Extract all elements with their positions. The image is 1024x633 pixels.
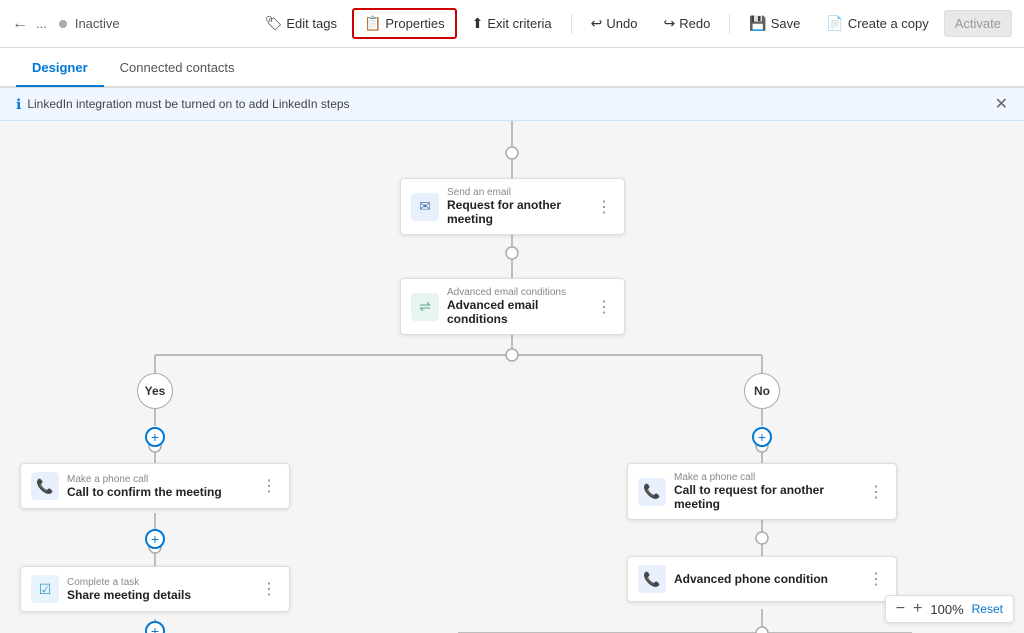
phone-right-sub: Make a phone call xyxy=(674,472,858,483)
advanced-phone-icon: 📞 xyxy=(638,565,666,593)
advanced-phone-title: Advanced phone condition xyxy=(674,572,858,586)
email-conditions-sub: Advanced email conditions xyxy=(447,287,586,298)
zoom-controls: − + 100% Reset xyxy=(885,595,1014,623)
infobar-close-button[interactable]: ✕ xyxy=(995,94,1008,114)
back-button[interactable]: ← xyxy=(12,15,28,33)
canvas: ✉ Send an email Request for another meet… xyxy=(0,121,1024,633)
save-button[interactable]: 💾 Save xyxy=(738,9,811,38)
infobar: ℹ LinkedIn integration must be turned on… xyxy=(0,88,1024,121)
task-menu-icon[interactable]: ⋮ xyxy=(259,579,279,599)
advanced-phone-menu-icon[interactable]: ⋮ xyxy=(866,569,886,589)
phone-right-title: Call to request for another meeting xyxy=(674,483,858,511)
phone-call-left-node[interactable]: 📞 Make a phone call Call to confirm the … xyxy=(20,463,290,509)
activate-button[interactable]: Activate xyxy=(944,10,1012,37)
infobar-left: ℹ LinkedIn integration must be turned on… xyxy=(16,96,350,113)
exit-criteria-icon: ⬆ xyxy=(472,15,484,32)
properties-icon: 📋 xyxy=(364,15,381,32)
info-icon: ℹ xyxy=(16,96,21,113)
redo-icon: ↪ xyxy=(663,15,675,32)
task-sub: Complete a task xyxy=(67,577,251,588)
tab-connected-contacts[interactable]: Connected contacts xyxy=(104,50,251,87)
add-after-task-button[interactable]: + xyxy=(145,621,165,633)
zoom-in-button[interactable]: + xyxy=(913,600,922,618)
email-conditions-title: Advanced email conditions xyxy=(447,298,586,326)
phone-left-title: Call to confirm the meeting xyxy=(67,485,251,499)
phone-call-right-node[interactable]: 📞 Make a phone call Call to request for … xyxy=(627,463,897,520)
send-email-title: Request for another meeting xyxy=(447,198,586,226)
yes-branch-left: Yes xyxy=(137,373,173,409)
zoom-level: 100% xyxy=(930,602,963,617)
infobar-message: LinkedIn integration must be turned on t… xyxy=(27,97,349,111)
task-icon: ☑ xyxy=(31,575,59,603)
exit-criteria-button[interactable]: ⬆ Exit criteria xyxy=(461,9,563,38)
email-conditions-node[interactable]: ⇌ Advanced email conditions Advanced ema… xyxy=(400,278,625,335)
topbar: ← ... Inactive 🏷 Edit tags 📋 Properties … xyxy=(0,0,1024,48)
phone-left-sub: Make a phone call xyxy=(67,474,251,485)
phone-left-icon: 📞 xyxy=(31,472,59,500)
send-email-menu-icon[interactable]: ⋮ xyxy=(594,197,614,217)
copy-icon: 📄 xyxy=(826,15,843,32)
phone-right-menu-icon[interactable]: ⋮ xyxy=(866,482,886,502)
properties-button[interactable]: 📋 Properties xyxy=(352,8,457,39)
topbar-actions: 🏷 Edit tags 📋 Properties ⬆ Exit criteria… xyxy=(254,8,1012,39)
task-title: Share meeting details xyxy=(67,588,251,602)
tabbar: Designer Connected contacts xyxy=(0,48,1024,88)
add-no-branch-button[interactable]: + xyxy=(752,427,772,447)
tag-icon: 🏷 xyxy=(265,15,283,32)
advanced-phone-node[interactable]: 📞 Advanced phone condition ⋮ xyxy=(627,556,897,602)
brand-label: ... xyxy=(36,16,47,31)
undo-button[interactable]: ↩ Undo xyxy=(580,9,649,38)
status-dot-icon xyxy=(59,20,67,28)
undo-icon: ↩ xyxy=(591,15,603,32)
phone-right-icon: 📞 xyxy=(638,478,666,506)
tab-designer[interactable]: Designer xyxy=(16,50,104,87)
task-node[interactable]: ☑ Complete a task Share meeting details … xyxy=(20,566,290,612)
no-branch-right: No xyxy=(744,373,780,409)
add-yes-branch-button[interactable]: + xyxy=(145,427,165,447)
status-label: Inactive xyxy=(75,16,120,31)
divider xyxy=(571,14,572,34)
zoom-reset-button[interactable]: Reset xyxy=(972,602,1003,616)
edit-tags-button[interactable]: 🏷 Edit tags xyxy=(254,9,348,38)
send-email-sub: Send an email xyxy=(447,187,586,198)
phone-left-menu-icon[interactable]: ⋮ xyxy=(259,476,279,496)
send-email-node[interactable]: ✉ Send an email Request for another meet… xyxy=(400,178,625,235)
divider2 xyxy=(729,14,730,34)
email-icon: ✉ xyxy=(411,193,439,221)
save-icon: 💾 xyxy=(749,15,766,32)
email-conditions-icon: ⇌ xyxy=(411,293,439,321)
add-after-phone-left-button[interactable]: + xyxy=(145,529,165,549)
redo-button[interactable]: ↪ Redo xyxy=(652,9,721,38)
zoom-out-button[interactable]: − xyxy=(896,600,905,618)
create-copy-button[interactable]: 📄 Create a copy xyxy=(815,9,939,38)
email-conditions-menu-icon[interactable]: ⋮ xyxy=(594,297,614,317)
